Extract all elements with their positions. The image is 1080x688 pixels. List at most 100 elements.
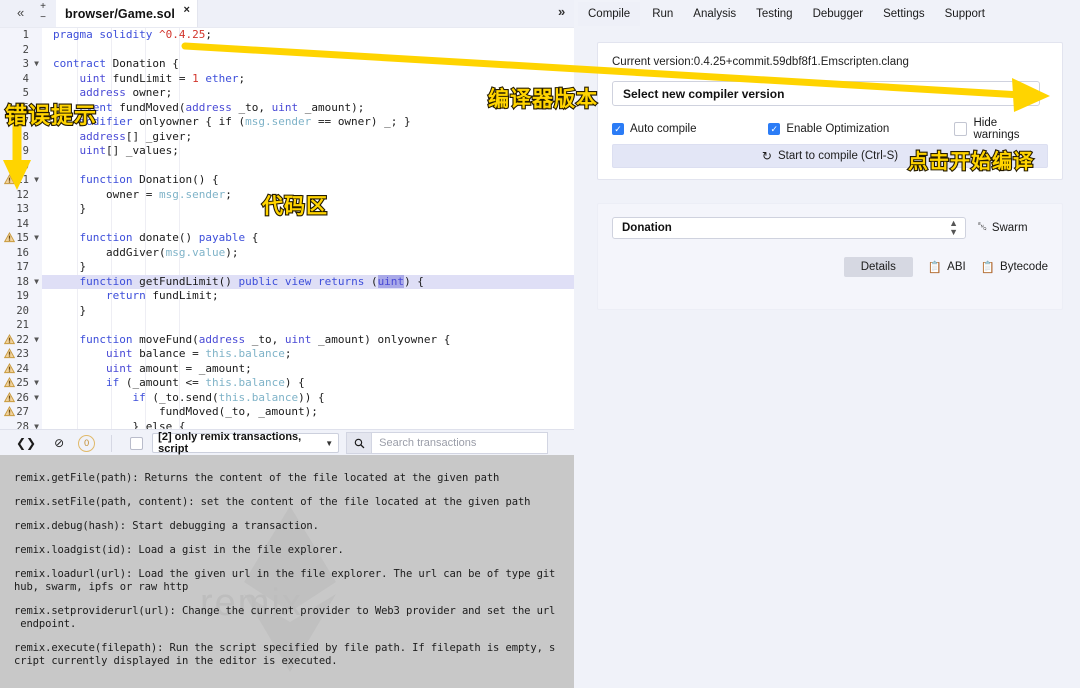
zoom-out-icon[interactable]: − <box>36 12 50 23</box>
code-line-16[interactable]: addGiver(msg.value); <box>42 246 574 261</box>
warning-icon[interactable] <box>3 376 16 388</box>
copy-icon: 📋 <box>927 262 943 274</box>
code-line-25[interactable]: if (_amount <= this.balance) { <box>42 376 574 391</box>
code-line-20[interactable]: } <box>42 304 574 319</box>
nav-tab-analysis[interactable]: Analysis <box>693 8 736 20</box>
nav-tab-settings[interactable]: Settings <box>883 8 925 20</box>
code-line-7[interactable]: modifier onlyowner { if (msg.sender == o… <box>42 115 574 130</box>
code-line-23[interactable]: uint balance = this.balance; <box>42 347 574 362</box>
no-entry-icon[interactable]: ⊘ <box>54 436 64 450</box>
console-line: remix.loadurl(url): Load the given url i… <box>14 568 556 593</box>
fold-toggle-icon[interactable]: ▼ <box>34 275 39 290</box>
code-line-11[interactable]: function Donation() { <box>42 173 574 188</box>
console-line: remix.loadgist(id): Load a gist in the f… <box>14 544 344 556</box>
gutter-line-27: 27 <box>0 405 42 420</box>
details-button[interactable]: Details <box>843 257 913 277</box>
checkbox-label: Auto compile <box>630 123 697 135</box>
terminal-filter-checkbox[interactable] <box>130 436 144 450</box>
fold-toggle-icon[interactable]: ▼ <box>34 57 39 72</box>
nav-tabs: Compile Run Analysis Testing Debugger Setting… <box>574 0 1005 27</box>
gutter-line-23: 23 <box>0 347 42 362</box>
checkbox-icon[interactable] <box>612 123 624 135</box>
annotation-code-area: 代码区 <box>261 193 328 219</box>
code-line-22[interactable]: function moveFund(address _to, uint _amo… <box>42 333 574 348</box>
fold-toggle-icon[interactable]: ▼ <box>34 333 39 348</box>
right-panel: Current version:0.4.25+commit.59dbf8f1.E… <box>574 27 1080 688</box>
terminal-filter-select[interactable]: [2] only remix transactions, script ▼ <box>152 431 340 455</box>
code-line-27[interactable]: fundMoved(_to, _amount); <box>42 405 574 420</box>
code-line-9[interactable]: uint[] _values; <box>42 144 574 159</box>
console-line: remix.setproviderurl(url): Change the cu… <box>14 605 556 630</box>
file-tab-game-sol[interactable]: browser/Game.sol × <box>56 0 198 27</box>
warning-icon[interactable] <box>3 173 16 185</box>
contract-select[interactable]: Donation ▲ ▼ <box>612 217 966 239</box>
code-line-19[interactable]: return fundLimit; <box>42 289 574 304</box>
checkbox-hide-warnings[interactable]: Hide warnings <box>953 117 1046 141</box>
console-line: remix.setFile(path, content): set the co… <box>14 496 531 508</box>
copy-bytecode-button[interactable]: 📋 Bytecode <box>981 260 1048 274</box>
font-size-controls[interactable]: + − <box>36 1 50 26</box>
fold-toggle-icon[interactable]: ▼ <box>34 173 39 188</box>
code-line-26[interactable]: if (_to.send(this.balance)) { <box>42 391 574 406</box>
pending-count-badge: 0 <box>78 434 96 452</box>
gutter-line-10: 10 <box>16 159 29 172</box>
checkbox-auto-compile[interactable]: Auto compile <box>612 117 768 141</box>
code-line-15[interactable]: function donate() payable { <box>42 231 574 246</box>
nav-tab-support[interactable]: Support <box>945 8 985 20</box>
warning-icon[interactable] <box>3 347 16 359</box>
gutter-line-17: 17 <box>16 261 29 273</box>
fold-toggle-icon[interactable]: ▼ <box>34 376 39 391</box>
zoom-in-icon[interactable]: + <box>36 1 50 12</box>
warning-icon[interactable] <box>3 333 16 345</box>
warning-icon[interactable] <box>3 362 16 374</box>
copy-abi-button[interactable]: 📋 ABI <box>928 260 966 274</box>
fold-toggle-icon[interactable]: ▼ <box>34 391 39 406</box>
code-line-21[interactable] <box>42 318 574 333</box>
close-icon[interactable]: × <box>184 4 190 16</box>
search-glyph <box>354 438 365 448</box>
chevron-down-icon[interactable]: ❮❯ <box>16 436 36 450</box>
code-line-24[interactable]: uint amount = _amount; <box>42 362 574 377</box>
gutter-line-3: 3 ▼ <box>22 57 39 72</box>
gutter-line-26: 26 ▼ <box>0 391 42 406</box>
search-transactions-input[interactable]: Search transactions <box>372 432 549 454</box>
toolbar-divider <box>111 434 113 452</box>
gutter-line-25: 25 ▼ <box>0 376 42 391</box>
checkbox-icon[interactable] <box>768 123 781 135</box>
warning-icon[interactable] <box>3 231 16 243</box>
collapse-panel-icon[interactable]: « <box>17 4 24 22</box>
nav-tab-run[interactable]: Run <box>652 8 673 20</box>
gutter-line-20: 20 <box>16 304 29 317</box>
code-line-3[interactable]: contract Donation { <box>42 57 574 72</box>
console-line: remix.execute(filepath): Run the script … <box>14 642 556 667</box>
nav-tab-debugger[interactable]: Debugger <box>813 8 864 20</box>
nav-tab-testing[interactable]: Testing <box>756 8 792 20</box>
code-line-2[interactable] <box>42 43 574 58</box>
nav-tab-compile[interactable]: Compile <box>578 1 641 26</box>
swarm-publish-button[interactable]: ␅ Swarm <box>978 221 1028 234</box>
expand-panel-icon[interactable]: » <box>558 4 565 19</box>
checkbox-icon[interactable] <box>953 122 968 136</box>
code-line-17[interactable]: } <box>42 260 574 275</box>
compiler-version-value: Select new compiler version <box>623 86 785 101</box>
compiler-version-select[interactable]: Select new compiler version ▲ ▼ <box>612 81 1040 106</box>
fold-toggle-icon[interactable]: ▼ <box>34 231 39 246</box>
copy-icon: 📋 <box>980 262 996 274</box>
stepper-icon[interactable]: ▲ ▼ <box>1022 84 1031 103</box>
gutter-line-16: 16 <box>16 246 29 259</box>
code-line-10[interactable] <box>42 159 574 174</box>
code-line-1[interactable]: pragma solidity ^0.4.25; <box>42 28 574 43</box>
code-line-18[interactable]: function getFundLimit() public view retu… <box>42 274 574 289</box>
terminal-console[interactable]: remix remix.getFile(path): Returns the c… <box>0 464 574 688</box>
code-line-8[interactable]: address[] _giver; <box>42 130 574 145</box>
stepper-icon[interactable]: ▲ ▼ <box>949 219 958 237</box>
refresh-icon: ↻ <box>761 149 772 163</box>
warning-icon[interactable] <box>3 405 16 417</box>
annotation-click-compile: 点击开始编译 <box>907 148 1034 174</box>
checkbox-enable-optimization[interactable]: Enable Optimization <box>768 117 953 141</box>
gutter-line-19: 19 <box>16 290 29 302</box>
abi-label: ABI <box>947 261 966 273</box>
search-icon[interactable] <box>346 432 373 454</box>
warning-icon[interactable] <box>3 391 16 403</box>
contract-card: Donation ▲ ▼ ␅ Swarm Details 📋 ABI 📋 Byte… <box>597 203 1063 310</box>
